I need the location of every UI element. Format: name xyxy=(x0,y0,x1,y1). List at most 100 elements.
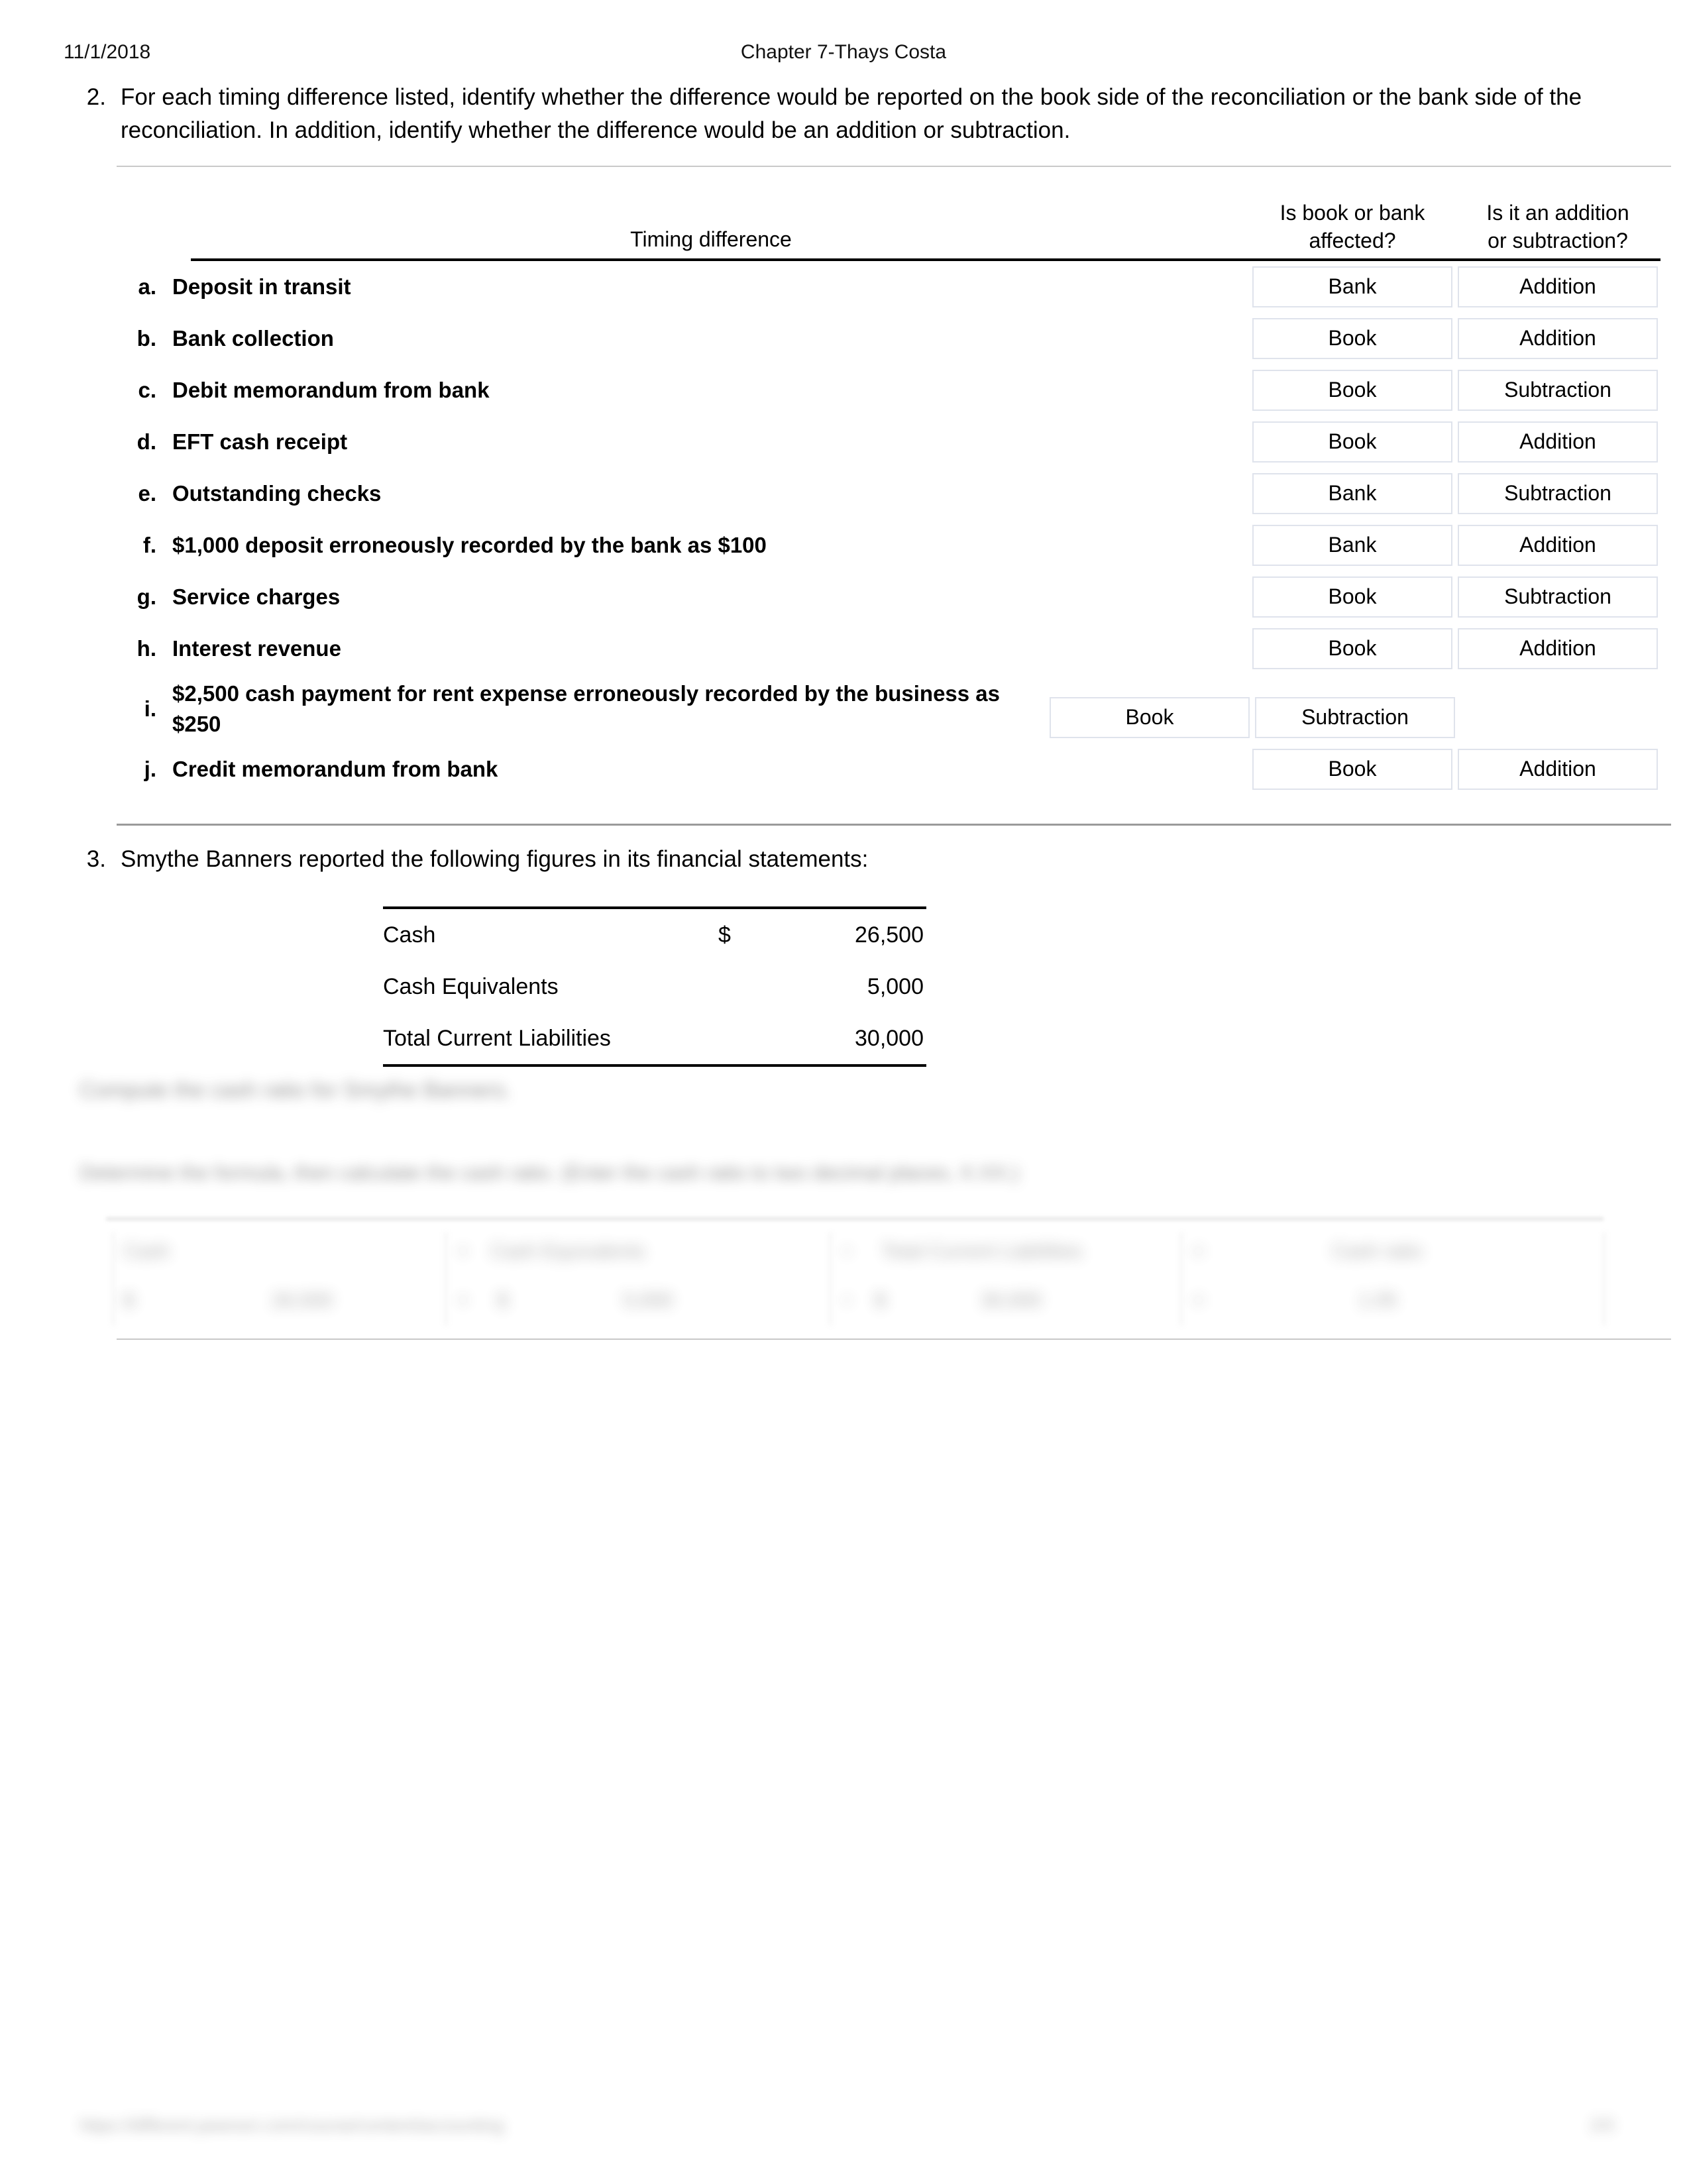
answer-value-operation[interactable]: Subtraction xyxy=(1458,576,1658,618)
table-row: h. Interest revenue Book Addition xyxy=(113,623,1660,675)
answer-value-affected[interactable]: Bank xyxy=(1252,525,1452,566)
answer-cell-affected[interactable]: Book xyxy=(1047,697,1252,743)
answer-value-operation[interactable]: Subtraction xyxy=(1458,473,1658,514)
row-timing-difference: Interest revenue xyxy=(172,636,341,661)
timing-difference-table-header: Timing difference Is book or bank affecte… xyxy=(113,186,1660,258)
answer-value-affected[interactable]: Bank xyxy=(1252,266,1452,307)
answer-value-operation[interactable]: Subtraction xyxy=(1458,370,1658,411)
obscured-worksheet-value-divide: ÷ xyxy=(842,1289,853,1311)
obscured-worksheet-value-cash-ratio: 1.05 xyxy=(1358,1289,1397,1311)
figures-value: 5,000 xyxy=(867,973,924,999)
answer-cell-affected[interactable]: Bank xyxy=(1250,473,1455,514)
answer-value-affected[interactable]: Book xyxy=(1252,318,1452,359)
answer-cell-operation[interactable]: Addition xyxy=(1455,749,1660,790)
answer-cell-affected[interactable]: Book xyxy=(1250,628,1455,669)
obscured-worksheet-header-total-current-liabilities: Total Current Liabilities xyxy=(881,1240,1083,1262)
table-row: j. Credit memorandum from bank Book Addi… xyxy=(113,743,1660,795)
table-row: d. EFT cash receipt Book Addition xyxy=(113,416,1660,468)
figures-row: Total Current Liabilities 30,000 xyxy=(383,1012,926,1064)
answer-cell-affected[interactable]: Book xyxy=(1250,370,1455,411)
obscured-worksheet-header-cash-ratio: Cash ratio xyxy=(1332,1240,1423,1262)
row-letter: f. xyxy=(142,533,156,557)
answer-value-affected[interactable]: Book xyxy=(1252,370,1452,411)
answer-cell-affected[interactable]: Book xyxy=(1250,421,1455,463)
answer-cell-operation[interactable]: Addition xyxy=(1455,525,1660,566)
answer-value-operation[interactable]: Addition xyxy=(1458,421,1658,463)
row-timing-difference: Credit memorandum from bank xyxy=(172,757,498,781)
question-3-number: 3. xyxy=(86,846,106,872)
obscured-worksheet-value-total-current-liabilities: 30,000 xyxy=(981,1289,1042,1311)
answer-value-affected[interactable]: Book xyxy=(1252,576,1452,618)
obscured-grid-line xyxy=(830,1232,831,1325)
table-row: g. Service charges Book Subtraction xyxy=(113,571,1660,623)
table-row: f. $1,000 deposit erroneously recorded b… xyxy=(113,519,1660,571)
answer-cell-operation[interactable]: Addition xyxy=(1455,318,1660,359)
row-timing-difference: $1,000 deposit erroneously recorded by t… xyxy=(172,533,767,557)
answer-value-operation[interactable]: Addition xyxy=(1458,318,1658,359)
figures-value: 30,000 xyxy=(855,1025,924,1051)
question-3-block: 3. Smythe Banners reported the following… xyxy=(64,843,1623,876)
answer-value-operation[interactable]: Addition xyxy=(1458,749,1658,790)
question-2-row: 2. For each timing difference listed, id… xyxy=(64,81,1623,147)
row-letter: j. xyxy=(144,757,156,781)
table-row: b. Bank collection Book Addition xyxy=(113,313,1660,364)
row-timing-difference: Service charges xyxy=(172,584,341,609)
table-row: c. Debit memorandum from bank Book Subtr… xyxy=(113,364,1660,416)
answer-cell-operation[interactable]: Subtraction xyxy=(1455,370,1660,411)
answer-cell-operation[interactable]: Subtraction xyxy=(1252,697,1458,743)
answer-cell-affected[interactable]: Book xyxy=(1250,318,1455,359)
figures-label: Total Current Liabilities xyxy=(383,1025,611,1051)
obscured-worksheet-value-cash: 26,500 xyxy=(272,1289,333,1311)
header-title: Chapter 7-Thays Costa xyxy=(740,41,947,63)
obscured-worksheet-header-equals: = xyxy=(1193,1240,1205,1262)
answer-value-affected[interactable]: Book xyxy=(1252,421,1452,463)
column-header-book-or-bank: Is book or bank affected? xyxy=(1279,201,1425,252)
obscured-grid-line xyxy=(445,1232,447,1325)
answer-cell-operation[interactable]: Addition xyxy=(1455,266,1660,307)
answer-value-affected[interactable]: Book xyxy=(1252,749,1452,790)
answer-value-operation[interactable]: Addition xyxy=(1458,525,1658,566)
answer-cell-operation[interactable]: Addition xyxy=(1455,628,1660,669)
row-letter: i. xyxy=(144,696,156,721)
document-page: 11/1/2018 Chapter 7-Thays Costa 2. For e… xyxy=(0,0,1687,2184)
obscured-worksheet-value-liabilities-currency: $ xyxy=(875,1289,886,1311)
row-timing-difference: Bank collection xyxy=(172,326,334,351)
row-timing-difference: Deposit in transit xyxy=(172,274,351,299)
answer-value-operation[interactable]: Addition xyxy=(1458,628,1658,669)
question-3-text: Smythe Banners reported the following fi… xyxy=(121,846,869,872)
obscured-worksheet-top-rule xyxy=(106,1218,1604,1220)
answer-cell-operation[interactable]: Subtraction xyxy=(1455,473,1660,514)
table-row: a. Deposit in transit Bank Addition xyxy=(113,261,1660,313)
question-3-bottom-rule xyxy=(117,1338,1671,1340)
figures-row: Cash Equivalents 5,000 xyxy=(383,961,926,1012)
footer-source-url: https://different.pearson.com/course/con… xyxy=(80,2115,504,2135)
answer-cell-affected[interactable]: Bank xyxy=(1250,525,1455,566)
obscured-prompt-line-1: Compute the cash ratio for Smythe Banner… xyxy=(80,1077,512,1102)
answer-cell-operation[interactable]: Subtraction xyxy=(1455,576,1660,618)
answer-value-affected[interactable]: Bank xyxy=(1252,473,1452,514)
figures-bottom-rule xyxy=(383,1064,926,1067)
question-3-row: 3. Smythe Banners reported the following… xyxy=(64,843,1623,876)
answer-cell-affected[interactable]: Book xyxy=(1250,749,1455,790)
table-row: e. Outstanding checks Bank Subtraction xyxy=(113,468,1660,519)
obscured-worksheet-header-cash: Cash xyxy=(123,1240,170,1262)
answer-cell-affected[interactable]: Book xyxy=(1250,576,1455,618)
question-2-text: For each timing difference listed, ident… xyxy=(121,84,1582,143)
column-header-addition-or-subtraction: Is it an addition or subtraction? xyxy=(1486,201,1629,252)
figures-value: 26,500 xyxy=(855,922,924,948)
answer-value-operation[interactable]: Addition xyxy=(1458,266,1658,307)
obscured-grid-line xyxy=(1181,1232,1182,1325)
row-letter: h. xyxy=(136,636,156,661)
answer-value-operation[interactable]: Subtraction xyxy=(1255,697,1455,738)
answer-cell-operation[interactable]: Addition xyxy=(1455,421,1660,463)
obscured-prompt-line-2: Determine the formula, then calculate th… xyxy=(80,1161,1020,1184)
obscured-grid-line xyxy=(113,1232,114,1325)
answer-value-affected[interactable]: Book xyxy=(1252,628,1452,669)
financial-figures-table: Cash $ 26,500 Cash Equivalents 5,000 Tot… xyxy=(383,906,926,1067)
answer-value-affected[interactable]: Book xyxy=(1050,697,1250,738)
obscured-worksheet-value-cash-equivalents-currency: $ xyxy=(497,1289,508,1311)
answer-cell-affected[interactable]: Bank xyxy=(1250,266,1455,307)
obscured-worksheet-value-equals: = xyxy=(1193,1289,1205,1311)
question-2-number: 2. xyxy=(86,84,106,110)
obscured-worksheet-value-cash-currency: $ xyxy=(123,1289,135,1311)
